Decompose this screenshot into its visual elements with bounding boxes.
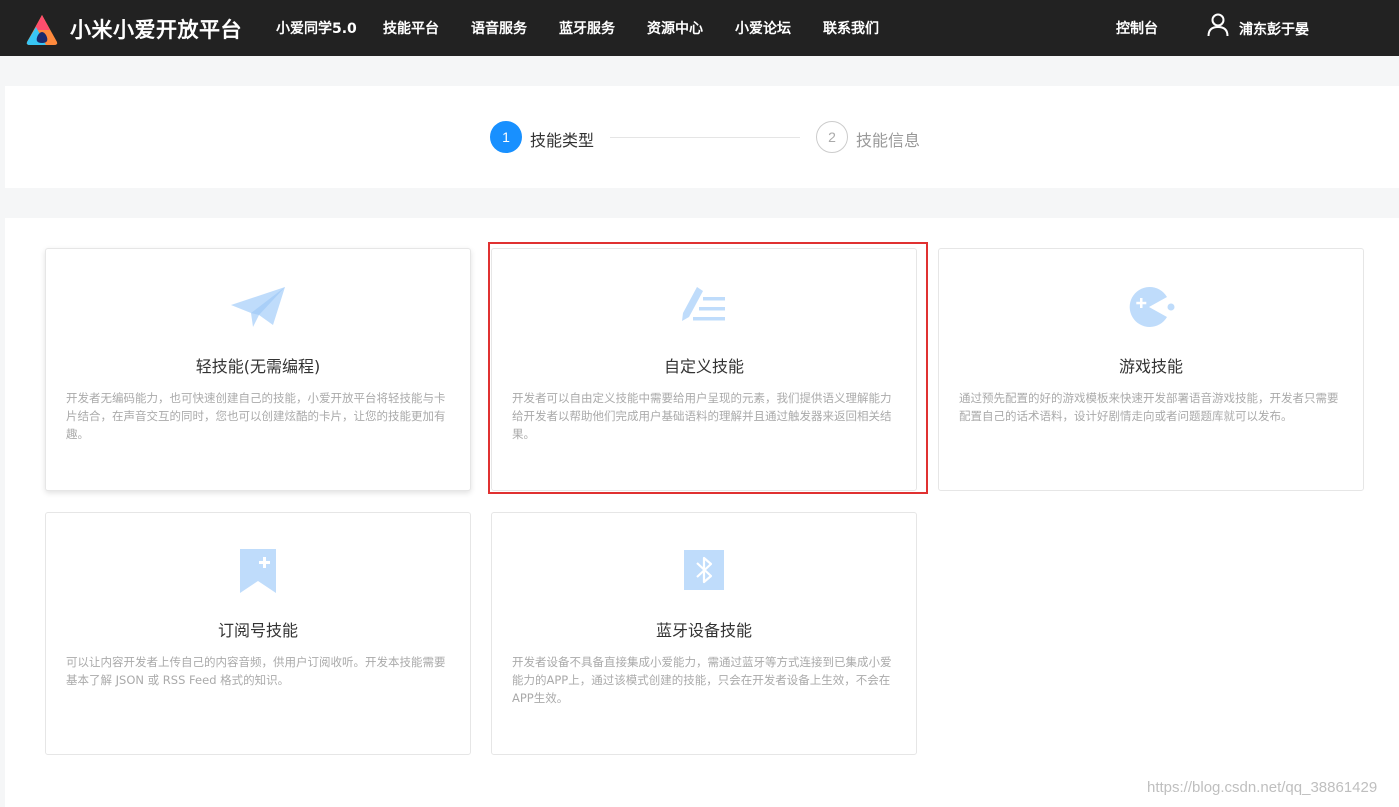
step-2-number: 2: [816, 121, 848, 153]
username[interactable]: 浦东彭于晏: [1239, 19, 1309, 39]
nav-item-skill-platform[interactable]: 技能平台: [383, 18, 439, 38]
nav-item-bluetooth-service[interactable]: 蓝牙服务: [559, 18, 615, 38]
card-custom-skill[interactable]: 自定义技能 开发者可以自由定义技能中需要给用户呈现的元素，我们提供语义理解能力给…: [491, 248, 917, 491]
card-description: 开发者可以自由定义技能中需要给用户呈现的元素，我们提供语义理解能力给开发者以帮助…: [512, 391, 892, 441]
card-title: 轻技能(无需编程): [195, 357, 321, 376]
console-link[interactable]: 控制台: [1116, 18, 1158, 38]
watermark-text: https://blog.csdn.net/qq_38861429: [1147, 779, 1378, 796]
nav-item-voice-service[interactable]: 语音服务: [471, 18, 527, 38]
steps-panel: 1 技能类型 2 技能信息: [5, 86, 1399, 188]
step-connector-line: [610, 137, 800, 138]
card-title: 游戏技能: [1118, 357, 1183, 376]
bookmark-add-icon: [240, 549, 276, 593]
step-2-label: 技能信息: [856, 131, 921, 150]
nav-item-resource-center[interactable]: 资源中心: [647, 18, 703, 38]
paper-plane-icon: [231, 287, 285, 327]
card-title: 蓝牙设备技能: [655, 621, 752, 640]
card-subscription-skill[interactable]: 订阅号技能 可以让内容开发者上传自己的内容音频，供用户订阅收听。开发本技能需要基…: [45, 512, 471, 755]
nav-item-forum[interactable]: 小爱论坛: [735, 18, 791, 38]
xiaoai-logo-icon[interactable]: [24, 13, 60, 47]
card-title: 订阅号技能: [217, 621, 298, 640]
card-description: 开发者无编码能力，也可快速创建自己的技能，小爱开放平台将轻技能与卡片结合，在声音…: [66, 391, 446, 441]
top-navbar: 小米小爱开放平台 小爱同学5.0 技能平台 语音服务 蓝牙服务 资源中心 小爱论…: [0, 0, 1399, 56]
game-pacman-icon: [1129, 286, 1175, 327]
edit-list-icon: [682, 287, 725, 321]
brand-title[interactable]: 小米小爱开放平台: [70, 14, 242, 44]
nav-item-xiaoai-5[interactable]: 小爱同学5.0: [276, 18, 357, 38]
card-title: 自定义技能: [663, 357, 744, 376]
card-light-skill[interactable]: 轻技能(无需编程) 开发者无编码能力，也可快速创建自己的技能，小爱开放平台将轻技…: [45, 248, 471, 491]
card-bluetooth-skill[interactable]: 蓝牙设备技能 开发者设备不具备直接集成小爱能力，需通过蓝牙等方式连接到已集成小爱…: [491, 512, 917, 755]
card-game-skill[interactable]: 游戏技能 通过预先配置的好的游戏模板来快速开发部署语音游戏技能，开发者只需要配置…: [938, 248, 1364, 491]
card-description: 可以让内容开发者上传自己的内容音频，供用户订阅收听。开发本技能需要基本了解 JS…: [66, 655, 446, 687]
bluetooth-icon: [684, 550, 724, 590]
step-1-number: 1: [490, 121, 522, 153]
user-icon[interactable]: [1207, 13, 1229, 37]
card-description: 通过预先配置的好的游戏模板来快速开发部署语音游戏技能，开发者只需要配置自己的话术…: [959, 391, 1339, 423]
card-description: 开发者设备不具备直接集成小爱能力，需通过蓝牙等方式连接到已集成小爱能力的APP上…: [512, 655, 892, 705]
nav-item-contact-us[interactable]: 联系我们: [823, 18, 879, 38]
step-1-label: 技能类型: [530, 131, 595, 150]
